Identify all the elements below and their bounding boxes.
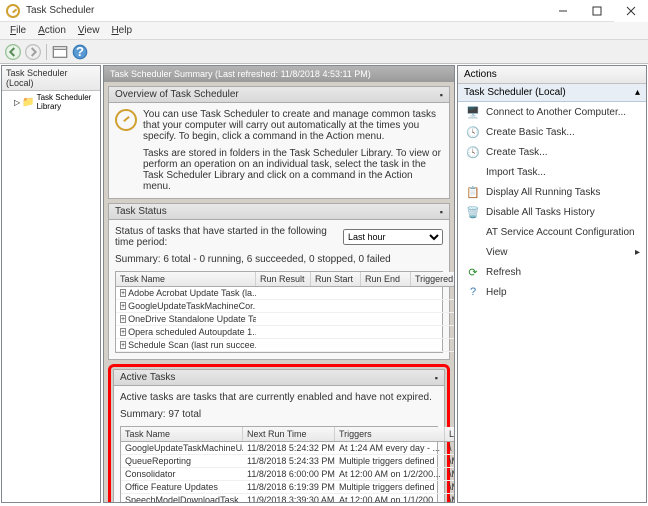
collapse-icon[interactable]: ▪: [435, 373, 438, 383]
tree-header[interactable]: Task Scheduler (Local): [2, 66, 100, 91]
expand-icon[interactable]: +: [120, 315, 126, 323]
col-end[interactable]: Run End: [361, 272, 411, 286]
action-refresh[interactable]: ⟳Refresh: [458, 262, 646, 282]
action-disable-history[interactable]: 🗑️Disable All Tasks History: [458, 202, 646, 222]
col-triggers[interactable]: Triggers: [335, 427, 445, 441]
action-help[interactable]: ?Help: [458, 282, 646, 302]
col-result[interactable]: Run Result: [256, 272, 311, 286]
forward-button[interactable]: [24, 43, 42, 61]
col-name[interactable]: Task Name: [121, 427, 243, 441]
properties-button[interactable]: [51, 43, 69, 61]
active-title: Active Tasks: [120, 372, 175, 383]
toolbar: ?: [0, 40, 648, 64]
expand-icon[interactable]: ▷: [14, 98, 20, 107]
menu-file[interactable]: File: [4, 23, 32, 38]
help-icon: ?: [466, 285, 480, 299]
window-title: Task Scheduler: [26, 5, 94, 16]
status-summary: Summary: 6 total - 0 running, 6 succeede…: [115, 254, 443, 265]
status-title: Task Status: [115, 206, 167, 217]
display-icon: 📋: [466, 185, 480, 199]
col-trigger[interactable]: Triggered By: [411, 272, 454, 286]
app-icon: [6, 4, 20, 18]
active-table: Task Name Next Run Time Triggers Locatio…: [120, 426, 438, 502]
collapse-icon[interactable]: ▴: [635, 87, 640, 98]
help-button[interactable]: ?: [71, 43, 89, 61]
actions-pane: Actions Task Scheduler (Local) ▴ 🖥️Conne…: [457, 65, 647, 503]
action-import[interactable]: Import Task...: [458, 162, 646, 182]
summary-header: Task Scheduler Summary (Last refreshed: …: [104, 66, 454, 82]
table-row[interactable]: +Schedule Scan (last run succee...: [116, 339, 454, 352]
actions-header: Actions: [458, 66, 646, 84]
table-row[interactable]: SpeechModelDownloadTask11/9/2018 3:39:30…: [121, 494, 454, 502]
menu-action[interactable]: Action: [32, 23, 72, 38]
maximize-button[interactable]: [580, 0, 614, 22]
back-button[interactable]: [4, 43, 22, 61]
expand-icon[interactable]: +: [120, 289, 126, 297]
collapse-icon[interactable]: ▪: [440, 207, 443, 217]
computer-icon: 🖥️: [466, 105, 480, 119]
overview-header[interactable]: Overview of Task Scheduler ▪: [108, 86, 450, 103]
title-bar: Task Scheduler: [0, 0, 648, 22]
action-view[interactable]: View▸: [458, 242, 646, 262]
action-display-running[interactable]: 📋Display All Running Tasks: [458, 182, 646, 202]
tree-pane: Task Scheduler (Local) ▷ 📁 Task Schedule…: [1, 65, 101, 503]
active-panel: Active Tasks ▪ Active tasks are tasks th…: [113, 369, 445, 502]
config-icon: [466, 225, 480, 239]
actions-group-label: Task Scheduler (Local): [464, 87, 566, 98]
col-location[interactable]: Location: [445, 427, 454, 441]
task-icon: 🕓: [466, 125, 480, 139]
menu-view[interactable]: View: [72, 23, 106, 38]
clock-icon: [115, 109, 137, 131]
table-row[interactable]: Office Feature Updates11/8/2018 6:19:39 …: [121, 481, 454, 494]
tree-item-label: Task Scheduler Library: [37, 93, 98, 111]
col-taskname[interactable]: Task Name: [116, 272, 256, 286]
action-at-service[interactable]: AT Service Account Configuration: [458, 222, 646, 242]
create-icon: 🕓: [466, 145, 480, 159]
table-row[interactable]: QueueReporting11/8/2018 5:24:33 PMMultip…: [121, 455, 454, 468]
close-button[interactable]: [614, 0, 648, 22]
collapse-icon[interactable]: ▪: [440, 90, 443, 100]
overview-title: Overview of Task Scheduler: [115, 89, 239, 100]
table-row[interactable]: GoogleUpdateTaskMachineUA11/8/2018 5:24:…: [121, 442, 454, 455]
table-row[interactable]: +Opera scheduled Autoupdate 1...: [116, 326, 454, 339]
col-start[interactable]: Run Start: [311, 272, 361, 286]
table-row[interactable]: Consolidator11/8/2018 6:00:00 PMAt 12:00…: [121, 468, 454, 481]
import-icon: [466, 165, 480, 179]
overview-text-2: Tasks are stored in folders in the Task …: [143, 148, 443, 192]
view-icon: [466, 245, 480, 259]
action-connect[interactable]: 🖥️Connect to Another Computer...: [458, 102, 646, 122]
table-row[interactable]: +Adobe Acrobat Update Task (la...: [116, 287, 454, 300]
overview-panel: Overview of Task Scheduler ▪ You can use…: [108, 86, 450, 199]
menu-bar: File Action View Help: [0, 22, 648, 40]
folder-icon: 📁: [22, 97, 34, 108]
annotation-highlight: Active Tasks ▪ Active tasks are tasks th…: [108, 364, 450, 502]
refresh-icon: ⟳: [466, 265, 480, 279]
svg-text:?: ?: [76, 44, 84, 59]
submenu-arrow-icon: ▸: [635, 247, 640, 258]
center-pane: Task Scheduler Summary (Last refreshed: …: [103, 65, 455, 503]
expand-icon[interactable]: +: [120, 341, 126, 349]
overview-text-1: You can use Task Scheduler to create and…: [143, 109, 443, 142]
status-header[interactable]: Task Status ▪: [108, 203, 450, 220]
actions-group[interactable]: Task Scheduler (Local) ▴: [458, 84, 646, 102]
menu-help[interactable]: Help: [105, 23, 138, 38]
active-header[interactable]: Active Tasks ▪: [113, 369, 445, 386]
action-create-basic[interactable]: 🕓Create Basic Task...: [458, 122, 646, 142]
table-row[interactable]: +OneDrive Standalone Update Ta...: [116, 313, 454, 326]
status-panel: Task Status ▪ Status of tasks that have …: [108, 203, 450, 360]
status-table: Task Name Run Result Run Start Run End T…: [115, 271, 443, 353]
action-create[interactable]: 🕓Create Task...: [458, 142, 646, 162]
minimize-button[interactable]: [546, 0, 580, 22]
status-prompt: Status of tasks that have started in the…: [115, 226, 343, 248]
col-next[interactable]: Next Run Time: [243, 427, 335, 441]
tree-item-library[interactable]: ▷ 📁 Task Scheduler Library: [2, 91, 100, 113]
expand-icon[interactable]: +: [120, 328, 126, 336]
active-summary: Summary: 97 total: [120, 409, 438, 420]
active-desc: Active tasks are tasks that are currentl…: [120, 392, 438, 403]
period-dropdown[interactable]: Last hour: [343, 229, 443, 245]
disable-icon: 🗑️: [466, 205, 480, 219]
expand-icon[interactable]: +: [120, 302, 126, 310]
table-row[interactable]: +GoogleUpdateTaskMachineCor...: [116, 300, 454, 313]
